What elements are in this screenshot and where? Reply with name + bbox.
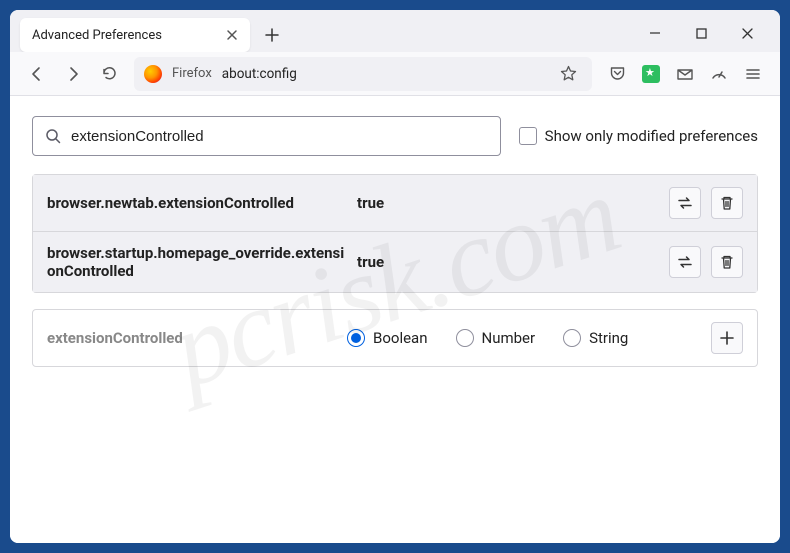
search-input[interactable] — [71, 128, 488, 145]
close-window-button[interactable] — [724, 17, 770, 49]
close-tab-icon[interactable] — [226, 29, 238, 41]
radio-label: Boolean — [373, 329, 428, 347]
pref-row[interactable]: browser.startup.homepage_override.extens… — [33, 232, 757, 292]
firefox-logo-icon — [144, 65, 162, 83]
browser-tab-active[interactable]: Advanced Preferences — [20, 18, 250, 52]
add-button[interactable] — [711, 322, 743, 354]
window-controls — [632, 17, 770, 49]
checkbox-box[interactable] — [519, 127, 537, 145]
search-row: Show only modified preferences — [32, 116, 758, 156]
search-icon — [45, 128, 61, 144]
radio-string[interactable]: String — [563, 329, 628, 347]
radio-dot[interactable] — [563, 329, 581, 347]
show-modified-checkbox[interactable]: Show only modified preferences — [519, 127, 758, 145]
pref-name: browser.newtab.extensionControlled — [47, 194, 357, 212]
reload-button[interactable] — [92, 57, 126, 91]
radio-label: String — [589, 329, 628, 347]
minimize-button[interactable] — [632, 17, 678, 49]
radio-label: Number — [482, 329, 536, 347]
search-box[interactable] — [32, 116, 501, 156]
radio-dot[interactable] — [347, 329, 365, 347]
back-button[interactable] — [20, 57, 54, 91]
tab-title: Advanced Preferences — [32, 28, 162, 43]
site-identity: Firefox — [172, 66, 212, 81]
delete-button[interactable] — [711, 187, 743, 219]
radio-boolean[interactable]: Boolean — [347, 329, 428, 347]
new-tab-button[interactable] — [258, 21, 286, 49]
pref-value: true — [357, 194, 669, 212]
pref-value: true — [357, 253, 669, 271]
url-text: about:config — [222, 66, 297, 82]
tab-bar: Advanced Preferences — [10, 10, 780, 52]
pocket-icon[interactable] — [600, 57, 634, 91]
url-bar[interactable]: Firefox about:config — [134, 57, 592, 91]
extension-evernote-icon[interactable] — [634, 57, 668, 91]
add-pref-row: extensionControlled Boolean Number Strin… — [32, 309, 758, 367]
radio-number[interactable]: Number — [456, 329, 536, 347]
toolbar: Firefox about:config — [10, 52, 780, 96]
pref-name: browser.startup.homepage_override.extens… — [47, 244, 357, 280]
toggle-button[interactable] — [669, 246, 701, 278]
content-area: Show only modified preferences browser.n… — [10, 96, 780, 543]
mail-icon[interactable] — [668, 57, 702, 91]
add-pref-name: extensionControlled — [47, 329, 347, 347]
speedometer-icon[interactable] — [702, 57, 736, 91]
window-frame: Advanced Preferences — [10, 10, 780, 543]
show-modified-label: Show only modified preferences — [545, 127, 758, 145]
forward-button[interactable] — [56, 57, 90, 91]
toggle-button[interactable] — [669, 187, 701, 219]
pref-row[interactable]: browser.newtab.extensionControlled true — [33, 175, 757, 232]
bookmark-star-icon[interactable] — [554, 60, 582, 88]
app-menu-icon[interactable] — [736, 57, 770, 91]
radio-dot[interactable] — [456, 329, 474, 347]
pref-table: browser.newtab.extensionControlled true … — [32, 174, 758, 293]
delete-button[interactable] — [711, 246, 743, 278]
type-radio-group: Boolean Number String — [347, 329, 711, 347]
maximize-button[interactable] — [678, 17, 724, 49]
